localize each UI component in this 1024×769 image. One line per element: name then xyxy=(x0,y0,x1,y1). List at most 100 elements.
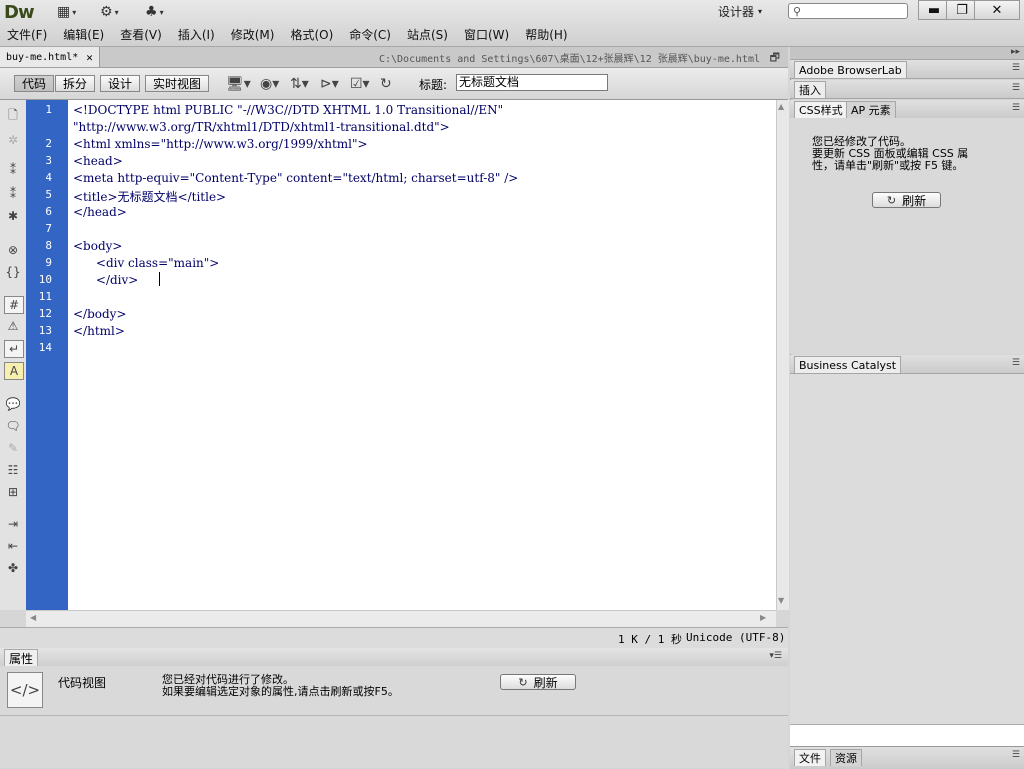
menu-help[interactable]: 帮助(H) xyxy=(518,26,576,43)
properties-tab[interactable]: 属性 xyxy=(4,649,39,666)
code-view-icon: </> xyxy=(7,672,43,708)
multiscreen-icon[interactable]: 🖥▾ xyxy=(226,76,251,92)
panel-menu-icon[interactable]: ☰ xyxy=(1012,83,1020,93)
menu-edit[interactable]: 编辑(E) xyxy=(56,26,113,43)
recent-snippets-icon[interactable]: ☷ xyxy=(4,462,22,478)
close-button[interactable]: ✕ xyxy=(974,0,1020,20)
menu-file[interactable]: 文件(F) xyxy=(0,26,56,43)
workspace-label: 设计器 xyxy=(717,4,754,19)
menu-insert[interactable]: 插入(I) xyxy=(171,26,224,43)
collapse-selection-icon[interactable]: ⁑ xyxy=(4,186,22,202)
restore-icon: ❐ xyxy=(956,2,968,18)
live-view-button[interactable]: 实时视图 xyxy=(145,75,210,92)
properties-message: 您已经对代码进行了修改。 如果要编辑选定对象的属性,请点击刷新或按F5。 xyxy=(162,674,399,698)
vertical-scrollbar[interactable]: ▲ ▼ xyxy=(776,100,789,610)
menu-site[interactable]: 站点(S) xyxy=(400,26,457,43)
design-view-button[interactable]: 设计 xyxy=(100,75,141,92)
select-parent-tag-icon[interactable]: ⊗ xyxy=(4,242,22,258)
scroll-right-icon[interactable]: ▶ xyxy=(760,613,766,622)
assets-tab[interactable]: 资源 xyxy=(830,749,862,766)
format-source-code-icon[interactable]: ✤ xyxy=(4,560,22,576)
properties-refresh-button[interactable]: ↻ 刷新 xyxy=(500,674,576,690)
preview-browser-icon[interactable]: ◉▾ xyxy=(260,76,279,92)
validate-markup-icon[interactable]: ☑▾ xyxy=(350,76,370,92)
document-tab[interactable]: buy-me.html* ✕ xyxy=(0,47,100,67)
panel-menu-icon[interactable]: ☰ xyxy=(1012,358,1020,368)
code-view-button[interactable]: 代码 xyxy=(14,75,55,92)
collapse-full-tag-icon[interactable]: ⁑ xyxy=(4,162,22,178)
panel-menu-icon[interactable]: ▾☰ xyxy=(769,651,782,661)
close-tab-icon[interactable]: ✕ xyxy=(86,51,93,64)
files-tab[interactable]: 文件 xyxy=(794,749,826,766)
coding-toolbar: 🗋 ✲ ⁑ ⁑ ✱ ⊗ {} # ⚠ ↵ A 💬 🗨 ✎ ☷ ⊞ ⇥ ⇤ ✤ xyxy=(0,100,27,610)
panel-content-area xyxy=(790,724,1024,747)
workspace-switcher[interactable]: 设计器 ▾ xyxy=(702,0,778,22)
chevron-down-icon: ▾ xyxy=(758,6,763,16)
scroll-down-icon[interactable]: ▼ xyxy=(778,596,784,605)
document-tab-label: buy-me.html* xyxy=(6,51,79,63)
search-icon: ⚲ xyxy=(793,4,802,18)
close-icon: ✕ xyxy=(991,2,1003,18)
code-line: <body> xyxy=(73,239,123,253)
properties-header: ▾☰ xyxy=(0,648,788,667)
site-menu-icon[interactable]: ♣ ▾ xyxy=(145,4,164,20)
layout-menu-icon[interactable]: ▦ ▾ xyxy=(57,4,76,20)
word-wrap-icon[interactable]: ↵ xyxy=(4,340,24,358)
insert-tab[interactable]: 插入 xyxy=(794,81,826,98)
browserlab-tab[interactable]: Adobe BrowserLab xyxy=(794,61,907,78)
document-title-input[interactable]: 无标题文档 xyxy=(456,74,608,91)
indent-code-icon[interactable]: ⇥ xyxy=(4,516,22,532)
document-toolbar: 代码 拆分 设计 实时视图 🖥▾ ◉▾ ⇅▾ ⊳▾ ☑▾ ↻ 标题: xyxy=(0,68,788,100)
file-management-icon[interactable]: ⇅▾ xyxy=(290,76,309,92)
check-browser-icon[interactable]: ⊳▾ xyxy=(320,76,339,92)
split-view-button[interactable]: 拆分 xyxy=(55,75,96,92)
menu-view[interactable]: 查看(V) xyxy=(113,26,171,43)
scroll-up-icon[interactable]: ▲ xyxy=(778,102,784,111)
css-styles-tab[interactable]: CSS样式 xyxy=(794,101,848,118)
collapse-to-icons-icon[interactable]: ▸▸ xyxy=(1011,47,1020,57)
help-search-input[interactable]: ⚲ xyxy=(788,3,908,19)
line-number: 12 xyxy=(38,307,52,320)
extend-gear-icon[interactable]: ⚙ ▾ xyxy=(100,4,119,20)
business-catalyst-header: Business Catalyst ☰ xyxy=(790,355,1024,374)
code-line: <html xmlns="http://www.w3.org/1999/xhtm… xyxy=(73,137,368,151)
horizontal-scrollbar[interactable]: ◀ ▶ xyxy=(26,610,776,627)
menu-window[interactable]: 窗口(W) xyxy=(457,26,518,43)
code-line: <!DOCTYPE html PUBLIC "-//W3C//DTD XHTML… xyxy=(73,103,504,117)
open-documents-icon[interactable]: 🗋 xyxy=(4,108,22,124)
highlight-invalid-code-icon[interactable]: ⚠ xyxy=(4,318,22,334)
business-catalyst-tab[interactable]: Business Catalyst xyxy=(794,356,902,373)
move-css-icon[interactable]: ⊞ xyxy=(4,484,22,500)
line-number: 3 xyxy=(45,154,52,167)
wrap-tag-icon[interactable]: ✎ xyxy=(4,440,22,456)
panel-menu-icon[interactable]: ☰ xyxy=(1012,63,1020,73)
code-line: "http://www.w3.org/TR/xhtml1/DTD/xhtml1-… xyxy=(73,120,450,134)
menu-modify[interactable]: 修改(M) xyxy=(224,26,284,43)
panel-menu-icon[interactable]: ☰ xyxy=(1012,103,1020,113)
line-numbers-icon[interactable]: # xyxy=(4,296,24,314)
show-code-navigator-icon[interactable]: ✲ xyxy=(4,132,22,148)
ap-elements-tab[interactable]: AP 元素 xyxy=(846,101,896,118)
dock-collapse-bar[interactable]: ▸▸ xyxy=(790,47,1024,60)
line-number: 13 xyxy=(38,324,52,337)
scroll-left-icon[interactable]: ◀ xyxy=(30,613,36,622)
remove-comment-icon[interactable]: 🗨 xyxy=(4,418,22,434)
line-number: 7 xyxy=(45,222,52,235)
menu-format[interactable]: 格式(O) xyxy=(283,26,342,43)
menu-commands[interactable]: 命令(C) xyxy=(342,26,400,43)
expand-all-icon[interactable]: ✱ xyxy=(4,208,22,224)
refresh-icon: ↻ xyxy=(886,193,897,207)
restore-document-icon[interactable]: 🗗 xyxy=(770,49,780,68)
syntax-coloring-icon[interactable]: A xyxy=(4,362,24,380)
outdent-code-icon[interactable]: ⇤ xyxy=(4,538,22,554)
balance-braces-icon[interactable]: {} xyxy=(4,264,22,280)
panel-menu-icon[interactable]: ☰ xyxy=(1012,750,1020,760)
line-number: 14 xyxy=(38,341,52,354)
css-refresh-button[interactable]: ↻ 刷新 xyxy=(872,192,941,208)
line-number: 1 xyxy=(45,103,52,116)
refresh-icon[interactable]: ↻ xyxy=(380,76,392,92)
line-number-gutter: 1 2 3 4 5 6 7 8 9 10 11 12 13 14 xyxy=(26,100,68,610)
dreamweaver-logo: Dw xyxy=(4,2,35,23)
code-editor[interactable]: <!DOCTYPE html PUBLIC "-//W3C//DTD XHTML… xyxy=(68,100,776,610)
apply-comment-icon[interactable]: 💬 xyxy=(4,396,22,412)
